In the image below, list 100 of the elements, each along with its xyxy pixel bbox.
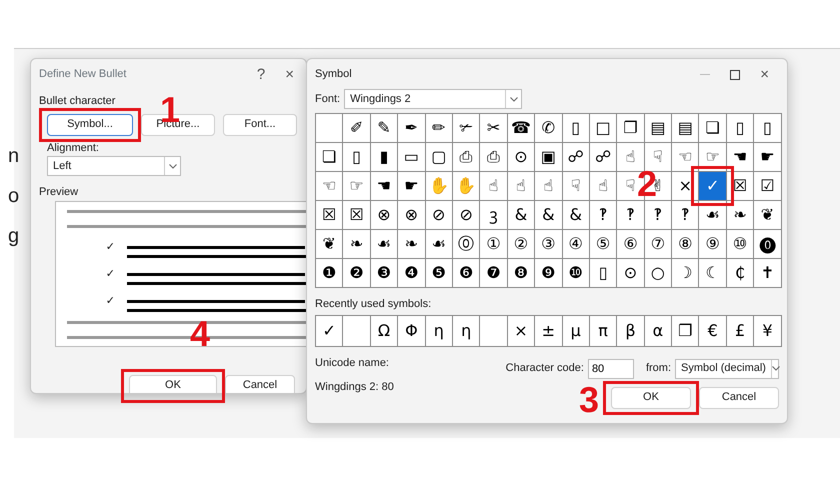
symbol-cell[interactable]: & xyxy=(562,201,589,229)
symbol-cell[interactable]: ▯ xyxy=(562,114,589,142)
symbol-cell[interactable]: ☛ xyxy=(754,143,781,171)
symbol-cell[interactable] xyxy=(343,316,370,346)
symbol-cell[interactable]: ❼ xyxy=(480,259,507,287)
symbol-cell[interactable]: ⊗ xyxy=(370,201,398,229)
symbol-cell[interactable]: ⑤ xyxy=(590,230,616,258)
symbol-cell[interactable]: ❧ xyxy=(726,201,754,229)
symbol-cell[interactable]: ☒ xyxy=(316,201,342,229)
symbol-cell[interactable]: ‽ xyxy=(617,201,644,229)
symbol-cell[interactable]: ✂ xyxy=(480,114,507,142)
symbol-cell[interactable]: α xyxy=(644,316,672,346)
symbol-cell[interactable]: ✝ xyxy=(754,259,781,287)
symbol-cell[interactable]: ꝫ xyxy=(480,201,507,229)
symbol-cell[interactable]: ⑨ xyxy=(699,230,726,258)
symbol-cell[interactable]: ▯ xyxy=(754,114,781,142)
symbol-cell[interactable]: ⊙ xyxy=(617,259,644,287)
symbol-cell[interactable]: ✓ xyxy=(316,316,342,346)
symbol-cell[interactable]: ✆ xyxy=(535,114,562,142)
symbol-cell[interactable]: ○ xyxy=(644,259,672,287)
symbol-cell[interactable]: η xyxy=(452,316,480,346)
symbol-cell[interactable]: ❏ xyxy=(699,114,726,142)
symbol-cell[interactable]: ✎ xyxy=(370,114,398,142)
symbol-cell[interactable]: ☝ xyxy=(480,172,507,200)
symbol-cell[interactable]: ☜ xyxy=(672,143,698,171)
symbol-cell[interactable]: ☎ xyxy=(508,114,534,142)
help-button[interactable]: ? xyxy=(246,66,276,82)
symbol-cell[interactable]: ☝ xyxy=(535,172,562,200)
symbol-cell[interactable]: ✐ xyxy=(343,114,370,142)
symbol-cell[interactable]: ☑ xyxy=(754,172,781,200)
character-code-field[interactable]: 80 xyxy=(588,358,634,378)
alignment-dropdown[interactable]: Left xyxy=(47,156,181,176)
symbol-cell[interactable]: ✒ xyxy=(398,114,425,142)
symbol-cell[interactable]: ▮ xyxy=(370,143,398,171)
symbol-cell[interactable]: ❦ xyxy=(316,230,342,258)
symbol-cell[interactable]: ☞ xyxy=(343,172,370,200)
font-dropdown[interactable]: Wingdings 2 xyxy=(344,89,522,109)
symbol-cell[interactable]: π xyxy=(590,316,616,346)
symbol-cell[interactable]: ▣ xyxy=(535,143,562,171)
from-dropdown[interactable]: Symbol (decimal) xyxy=(675,358,779,378)
symbol-cell[interactable]: ⎙ xyxy=(452,143,480,171)
symbol-cell[interactable] xyxy=(316,114,342,142)
symbol-cell[interactable]: ☝ xyxy=(508,172,534,200)
symbol-cell[interactable]: β xyxy=(617,316,644,346)
symbol-cell[interactable]: ¥ xyxy=(754,316,781,346)
symbol-cell[interactable]: ❐ xyxy=(617,114,644,142)
symbol-cell[interactable]: £ xyxy=(726,316,754,346)
symbol-cell[interactable]: ✃ xyxy=(452,114,480,142)
symbol-cell[interactable]: η xyxy=(426,316,452,346)
symbol-cell[interactable]: × xyxy=(508,316,534,346)
symbol-cell[interactable]: ❸ xyxy=(370,259,398,287)
symbol-cell[interactable]: ③ xyxy=(535,230,562,258)
symbol-cell[interactable]: ❦ xyxy=(754,201,781,229)
symbol-cell[interactable]: ▯ xyxy=(590,259,616,287)
symbol-cell[interactable]: ☚ xyxy=(370,172,398,200)
symbol-cell[interactable]: ▯ xyxy=(343,143,370,171)
symbol-cell[interactable]: □ xyxy=(590,114,616,142)
symbol-cell[interactable]: ❷ xyxy=(343,259,370,287)
symbol-cell[interactable]: ☝ xyxy=(590,172,616,200)
symbol-cell[interactable]: ☟ xyxy=(562,172,589,200)
symbol-cell[interactable]: μ xyxy=(562,316,589,346)
symbol-cell[interactable]: ☛ xyxy=(398,172,425,200)
symbol-cell[interactable]: ☚ xyxy=(726,143,754,171)
symbol-cell[interactable]: ❿ xyxy=(562,259,589,287)
symbol-cell[interactable]: ☽ xyxy=(672,259,698,287)
ok-button[interactable]: OK xyxy=(129,374,217,393)
symbol-cell[interactable]: ☟ xyxy=(644,143,672,171)
symbol-cell[interactable]: ☙ xyxy=(370,230,398,258)
symbol-cell[interactable]: ⎙ xyxy=(480,143,507,171)
symbol-cell[interactable]: ‽ xyxy=(644,201,672,229)
symbol-cell[interactable]: ‽ xyxy=(590,201,616,229)
symbol-cell[interactable]: ❻ xyxy=(452,259,480,287)
symbol-cell[interactable]: ⑧ xyxy=(672,230,698,258)
symbol-cell[interactable]: ⑦ xyxy=(644,230,672,258)
symbol-cell[interactable]: ④ xyxy=(562,230,589,258)
symbol-cell[interactable]: ❹ xyxy=(398,259,425,287)
symbol-cell[interactable]: ❾ xyxy=(535,259,562,287)
symbol-cell[interactable]: ❐ xyxy=(672,316,698,346)
symbol-cell[interactable]: ☍ xyxy=(562,143,589,171)
symbol-cell[interactable]: ▯ xyxy=(726,114,754,142)
symbol-cell[interactable]: ❏ xyxy=(316,143,342,171)
symbol-cell[interactable]: ☜ xyxy=(316,172,342,200)
cancel-button[interactable]: Cancel xyxy=(225,374,295,393)
symbol-cell[interactable]: ₵ xyxy=(726,259,754,287)
symbol-cell[interactable]: ❺ xyxy=(426,259,452,287)
cancel-button[interactable]: Cancel xyxy=(699,386,779,408)
symbol-cell[interactable]: ▭ xyxy=(398,143,425,171)
symbol-cell[interactable]: ☒ xyxy=(343,201,370,229)
symbol-cell[interactable]: ☙ xyxy=(426,230,452,258)
symbol-cell[interactable]: ☍ xyxy=(590,143,616,171)
symbol-cell[interactable]: ± xyxy=(535,316,562,346)
symbol-cell[interactable]: Φ xyxy=(398,316,425,346)
symbol-cell[interactable]: ✓ xyxy=(699,172,726,200)
symbol-cell[interactable]: & xyxy=(508,201,534,229)
symbol-cell[interactable]: ⓪ xyxy=(452,230,480,258)
symbol-cell[interactable]: ⓿ xyxy=(754,230,781,258)
symbol-cell[interactable]: ⊘ xyxy=(452,201,480,229)
symbol-cell[interactable]: ❧ xyxy=(343,230,370,258)
close-button[interactable]: × xyxy=(750,66,779,82)
close-button[interactable]: × xyxy=(275,66,298,82)
